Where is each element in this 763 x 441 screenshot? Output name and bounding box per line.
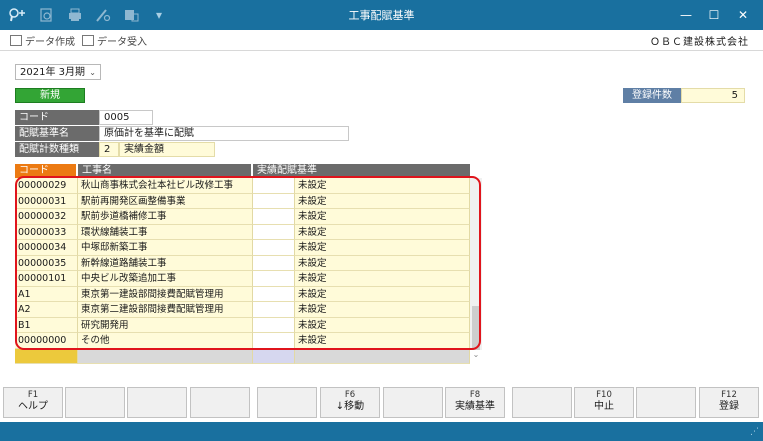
title-bar: ▾ 工事配賦基準 — ☐ ✕ bbox=[0, 0, 763, 30]
calc-type-number[interactable]: 2 bbox=[99, 142, 119, 157]
close-icon[interactable]: ✕ bbox=[733, 6, 753, 24]
data-create-icon bbox=[10, 35, 22, 46]
registration-count-label: 登録件数 bbox=[623, 88, 681, 103]
fkey-f8-button[interactable]: F8 実績基準 bbox=[445, 387, 505, 418]
scroll-down-icon[interactable]: ⌄ bbox=[470, 350, 482, 362]
new-entry-status-cell[interactable] bbox=[295, 348, 470, 364]
new-entry-name-cell[interactable] bbox=[78, 348, 253, 364]
company-name: ＯＢＣ建設株式会社 bbox=[650, 37, 749, 48]
window-title: 工事配賦基準 bbox=[348, 9, 415, 22]
fkey-number: F8 bbox=[469, 390, 481, 400]
code-label: コード bbox=[15, 110, 99, 125]
fkey-empty-button[interactable] bbox=[512, 387, 572, 418]
fkey-f12-button[interactable]: F12 登録 bbox=[699, 387, 759, 418]
fkey-label: 登録 bbox=[719, 401, 739, 412]
data-receive-label: データ受入 bbox=[97, 37, 147, 48]
fkey-empty-button[interactable] bbox=[383, 387, 443, 418]
registration-count-value: 5 bbox=[681, 88, 745, 103]
fkey-label: ↓移動 bbox=[335, 401, 365, 412]
minimize-icon[interactable]: — bbox=[676, 6, 696, 24]
data-receive-icon bbox=[82, 35, 94, 46]
calc-type-text: 実績金額 bbox=[119, 142, 215, 157]
data-create-menu[interactable]: データ作成 bbox=[10, 33, 75, 48]
code-field[interactable]: 0005 bbox=[99, 110, 153, 125]
menu-bar: データ作成 データ受入 ＯＢＣ建設株式会社 bbox=[0, 30, 763, 51]
fkey-f6-button[interactable]: F6 ↓移動 bbox=[320, 387, 380, 418]
fkey-number: F10 bbox=[596, 390, 612, 400]
data-receive-menu[interactable]: データ受入 bbox=[82, 33, 147, 48]
fkey-empty-button[interactable] bbox=[65, 387, 125, 418]
new-entry-basis-cell[interactable] bbox=[253, 348, 295, 364]
fkey-label: ヘルプ bbox=[18, 401, 48, 412]
basis-name-field[interactable]: 原価計を基準に配賦 bbox=[99, 126, 349, 141]
fkey-empty-button[interactable] bbox=[257, 387, 317, 418]
fkey-number: F1 bbox=[27, 390, 39, 400]
fkey-f1-button[interactable]: F1 ヘルプ bbox=[3, 387, 63, 418]
fkey-number: F6 bbox=[344, 390, 356, 400]
period-select[interactable]: 2021年 3月期 ⌄ bbox=[15, 64, 101, 80]
new-entry-row[interactable] bbox=[15, 348, 470, 364]
fkey-label: 実績基準 bbox=[455, 401, 495, 412]
status-bar: ⋰ bbox=[0, 422, 763, 441]
new-entry-code-cell[interactable] bbox=[15, 348, 78, 364]
maximize-icon[interactable]: ☐ bbox=[704, 6, 724, 24]
period-value: 2021年 3月期 bbox=[20, 67, 85, 78]
fkey-empty-button[interactable] bbox=[190, 387, 250, 418]
fkey-empty-button[interactable] bbox=[636, 387, 696, 418]
resize-grip-icon[interactable]: ⋰ bbox=[750, 427, 759, 437]
calc-type-label: 配賦計数種類 bbox=[15, 142, 99, 157]
fkey-label: 中止 bbox=[594, 401, 614, 412]
data-create-label: データ作成 bbox=[25, 37, 75, 48]
highlight-annotation bbox=[15, 176, 481, 350]
chevron-down-icon: ⌄ bbox=[89, 68, 96, 77]
new-button[interactable]: 新規 bbox=[15, 88, 85, 103]
fkey-f10-button[interactable]: F10 中止 bbox=[574, 387, 634, 418]
basis-name-label: 配賦基準名 bbox=[15, 126, 99, 141]
fkey-number: F12 bbox=[721, 390, 737, 400]
fkey-empty-button[interactable] bbox=[127, 387, 187, 418]
